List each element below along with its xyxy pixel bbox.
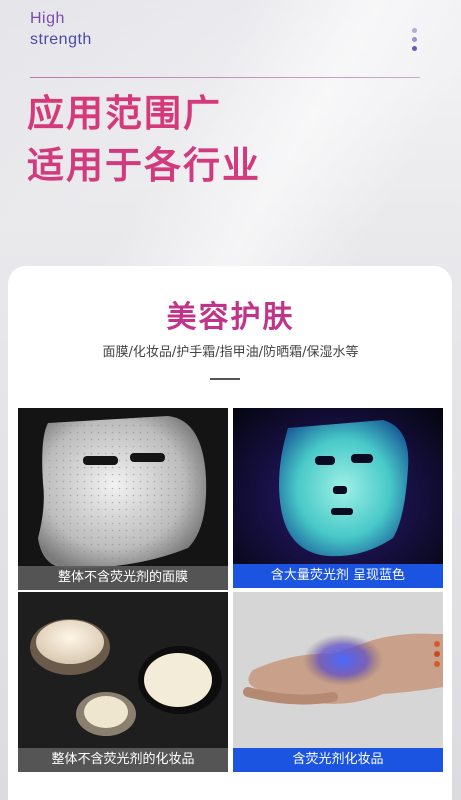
section-title: 美容护肤 bbox=[166, 300, 295, 335]
tag-line-1: High bbox=[30, 10, 65, 27]
facemask-uv-photo bbox=[233, 408, 443, 588]
hand-uv-photo bbox=[233, 592, 443, 772]
cosmetics-photo bbox=[18, 592, 228, 772]
tile-caption: 含荧光剂化妆品 bbox=[233, 748, 443, 772]
section-rule bbox=[210, 378, 240, 380]
tile-facemask-normal: 整体不含荧光剂的面膜 bbox=[18, 408, 228, 590]
header-divider bbox=[30, 77, 420, 78]
more-dots-icon bbox=[412, 28, 418, 54]
tag-line-2: strength bbox=[30, 31, 92, 48]
tile-caption: 整体不含荧光剂的面膜 bbox=[18, 566, 228, 590]
facemask-photo bbox=[38, 416, 207, 569]
tile-cosmetics-uv-hand: 含荧光剂化妆品 bbox=[233, 592, 443, 772]
section-subtitle: 面膜/化妆品/护手霜/指甲油/防晒霜/保湿水等 bbox=[102, 345, 359, 360]
tile-caption: 含大量荧光剂 呈现蓝色 bbox=[233, 564, 443, 588]
tag-label: High strength bbox=[30, 8, 230, 50]
tile-facemask-uv: 含大量荧光剂 呈现蓝色 bbox=[233, 408, 443, 588]
headline-line-1: 应用范围广 bbox=[27, 92, 222, 135]
tile-caption: 整体不含荧光剂的化妆品 bbox=[18, 748, 228, 772]
tile-cosmetics-normal: 整体不含荧光剂的化妆品 bbox=[18, 592, 228, 772]
headline-line-2: 适用于各行业 bbox=[27, 144, 261, 187]
headline: 应用范围广 适用于各行业 bbox=[27, 88, 261, 192]
